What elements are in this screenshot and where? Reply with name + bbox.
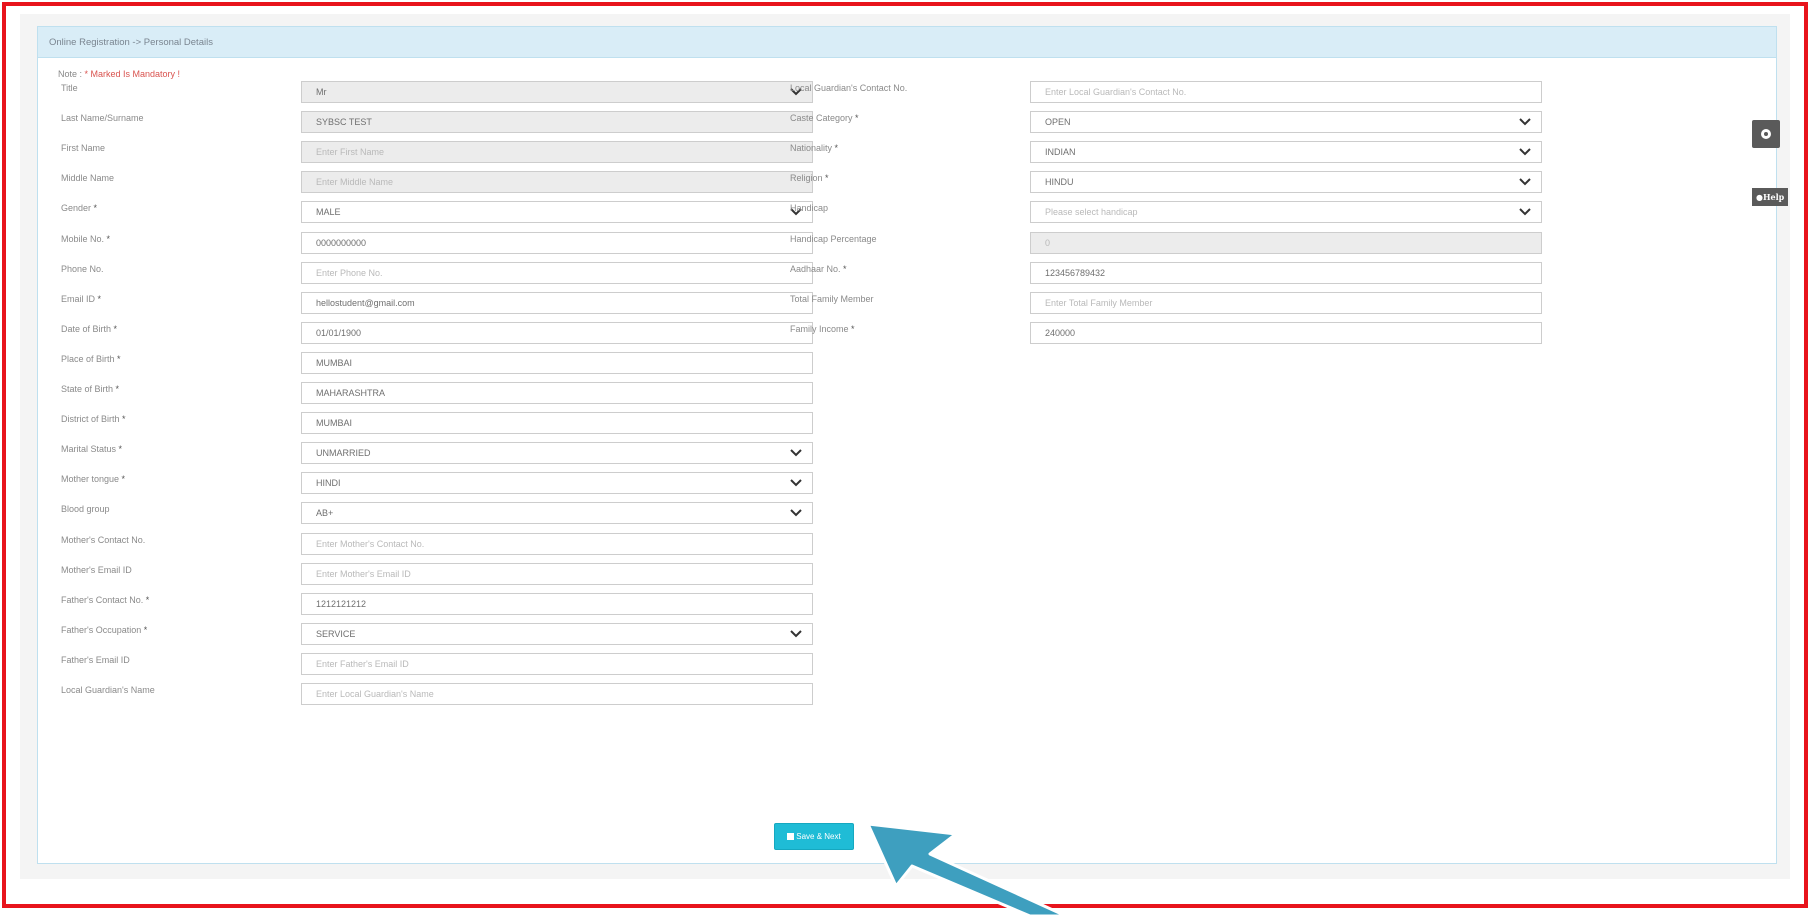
nationality-select[interactable]: INDIAN (1030, 141, 1542, 164)
mobile-no-input[interactable]: 0000000000 (301, 231, 813, 254)
religion-label: Religion * (790, 173, 829, 184)
chevron-down-icon (790, 479, 802, 487)
handicap-select[interactable]: Please select handicap (1030, 201, 1542, 224)
state-of-birth-input[interactable]: MAHARASHTRA (301, 382, 813, 404)
marital-status-select[interactable]: UNMARRIED (301, 442, 813, 465)
middle-name-input: Enter Middle Name (301, 171, 813, 194)
date-of-birth-label: Date of Birth * (61, 323, 118, 334)
nationality-label: Nationality * (790, 143, 839, 154)
local-guardian-s-name-label: Local Guardian's Name (61, 685, 155, 695)
last-name-surname-input: SYBSC TEST (301, 111, 813, 134)
help-label: Help (1762, 192, 1785, 202)
chevron-down-icon (1519, 118, 1531, 126)
save-icon (787, 833, 795, 840)
info-icon: ● (1756, 192, 1763, 202)
caste-category-label: Caste Category * (790, 113, 859, 124)
chevron-down-icon (790, 509, 802, 517)
place-of-birth-input[interactable]: MUMBAI (301, 351, 813, 374)
title-label: Title (61, 83, 78, 93)
mother-s-contact-no-label: Mother's Contact No. (61, 534, 146, 545)
marital-status-label: Marital Status * (61, 444, 123, 455)
date-of-birth-input[interactable]: 01/01/1900 (301, 321, 813, 344)
mother-tongue-label: Mother tongue * (61, 474, 126, 485)
district-of-birth-input[interactable]: MUMBAI (301, 412, 813, 435)
panel-heading: Online Registration -> Personal Details (38, 27, 1776, 58)
father-s-contact-no-input[interactable]: 1212121212 (301, 592, 813, 615)
religion-select[interactable]: HINDU (1030, 171, 1542, 194)
mandatory-note: Note : * Marked Is Mandatory ! (58, 69, 180, 79)
local-guardian-s-name-input[interactable]: Enter Local Guardian's Name (301, 683, 813, 705)
handicap-percentage-input: 0 (1030, 231, 1542, 254)
father-s-email-id-label: Father's Email ID (61, 654, 130, 665)
father-s-occupation-select[interactable]: SERVICE (301, 622, 813, 645)
district-of-birth-label: District of Birth * (61, 414, 126, 425)
blood-group-label: Blood group (61, 504, 110, 515)
email-id-label: Email ID * (61, 293, 102, 304)
gender-label: Gender * (61, 203, 98, 214)
aadhaar-no-input[interactable]: 123456789432 (1030, 261, 1542, 284)
total-family-member-label: Total Family Member (790, 293, 874, 304)
gender-select[interactable]: MALE (301, 201, 813, 224)
family-income-input[interactable]: 240000 (1030, 321, 1542, 344)
local-guardian-s-contact-no-input[interactable]: Enter Local Guardian's Contact No. (1030, 81, 1542, 103)
blood-group-select[interactable]: AB+ (301, 502, 813, 525)
settings-gear-button[interactable] (1752, 120, 1780, 148)
mother-s-email-id-input[interactable]: Enter Mother's Email ID (301, 562, 813, 585)
first-name-input: Enter First Name (301, 141, 813, 164)
handicap-label: Handicap (790, 203, 829, 214)
chevron-down-icon (790, 630, 802, 638)
mobile-no-label: Mobile No. * (61, 233, 111, 244)
save-next-label: Save & Next (796, 832, 841, 841)
chevron-down-icon (790, 449, 802, 457)
last-name-surname-label: Last Name/Surname (61, 113, 144, 124)
mother-s-contact-no-input[interactable]: Enter Mother's Contact No. (301, 532, 813, 555)
family-income-label: Family Income * (790, 323, 855, 334)
phone-no-label: Phone No. (61, 263, 104, 274)
personal-details-panel: Online Registration -> Personal Details … (37, 26, 1777, 864)
father-s-contact-no-label: Father's Contact No. * (61, 594, 150, 605)
note-prefix: Note : (58, 69, 85, 79)
handicap-percentage-label: Handicap Percentage (790, 233, 877, 244)
help-button[interactable]: ●Help (1752, 188, 1788, 206)
father-s-occupation-label: Father's Occupation * (61, 624, 148, 635)
father-s-email-id-input[interactable]: Enter Father's Email ID (301, 652, 813, 675)
mother-s-email-id-label: Mother's Email ID (61, 564, 132, 575)
email-id-input[interactable]: hellostudent@gmail.com (301, 291, 813, 314)
title-select: Mr (301, 81, 813, 103)
phone-no-input[interactable]: Enter Phone No. (301, 261, 813, 284)
pointer-arrow (866, 822, 1068, 916)
gear-icon (1761, 129, 1771, 139)
note-mandatory: * Marked Is Mandatory ! (84, 69, 181, 79)
mother-tongue-select[interactable]: HINDI (301, 472, 813, 495)
local-guardian-s-contact-no-label: Local Guardian's Contact No. (790, 83, 908, 93)
middle-name-label: Middle Name (61, 173, 115, 184)
total-family-member-input[interactable]: Enter Total Family Member (1030, 291, 1542, 314)
state-of-birth-label: State of Birth * (61, 384, 120, 394)
save-next-button[interactable]: Save & Next (774, 823, 854, 850)
caste-category-select[interactable]: OPEN (1030, 111, 1542, 134)
chevron-down-icon (1519, 178, 1531, 186)
chevron-down-icon (1519, 208, 1531, 216)
chevron-down-icon (1519, 148, 1531, 156)
aadhaar-no-label: Aadhaar No. * (790, 263, 847, 274)
place-of-birth-label: Place of Birth * (61, 353, 121, 364)
first-name-label: First Name (61, 143, 106, 154)
